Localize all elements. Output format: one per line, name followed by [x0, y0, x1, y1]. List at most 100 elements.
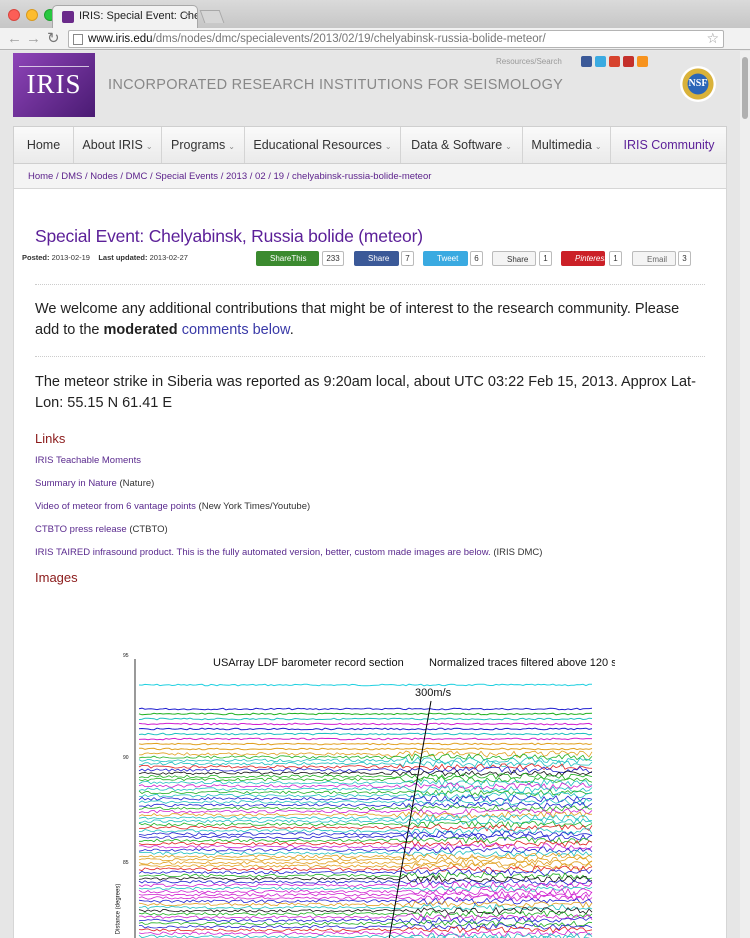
seismogram-trace [138, 756, 593, 765]
facebook-count: 7 [401, 251, 414, 266]
seismogram-traces [134, 659, 593, 938]
twitter-icon[interactable] [595, 56, 606, 67]
browser-window: IRIS: Special Event: Chelyab × ← → ↻ www… [0, 0, 750, 938]
seismogram-trace [138, 862, 593, 870]
chevron-down-icon: ⌄ [228, 142, 235, 151]
ytick-90: 90 [123, 755, 129, 761]
pinterest-count: 1 [609, 251, 622, 266]
record-section-figure[interactable]: USArray LDF barometer record section Nor… [115, 651, 615, 938]
nav-data-software[interactable]: Data & Software ⌄ [401, 127, 523, 163]
browser-tab[interactable]: IRIS: Special Event: Chelyab × [52, 5, 198, 28]
seismogram-trace [138, 817, 593, 826]
address-bar[interactable]: www.iris.edu/dms/nodes/dmc/specialevents… [68, 30, 724, 48]
list-item: CTBTO press release (CTBTO) [35, 524, 168, 535]
reload-icon[interactable]: ↻ [47, 30, 60, 47]
seismogram-trace [138, 737, 592, 741]
bookmark-star-icon[interactable]: ☆ [706, 30, 719, 47]
comments-link[interactable]: comments below [182, 322, 290, 338]
images-heading: Images [35, 570, 78, 585]
seismogram-trace [138, 920, 593, 928]
nav-about-iris[interactable]: About IRIS ⌄ [74, 127, 162, 163]
site-header: IRIS INCORPORATED RESEARCH INSTITUTIONS … [0, 51, 740, 126]
facebook-icon[interactable] [581, 56, 592, 67]
seismogram-trace [138, 712, 593, 716]
url-path: /dms/nodes/dmc/specialevents/2013/02/19/… [152, 33, 546, 45]
velocity-label: 300m/s [415, 687, 452, 699]
seismogram-trace [138, 683, 592, 687]
scrollbar[interactable] [740, 51, 750, 938]
nav-educational-resources[interactable]: Educational Resources ⌄ [245, 127, 401, 163]
seismogram-trace [138, 839, 593, 848]
seismogram-trace [138, 717, 593, 721]
nav-iris-community[interactable]: IRIS Community [611, 127, 727, 163]
scrollbar-thumb[interactable] [742, 57, 748, 119]
seismogram-trace [138, 794, 593, 803]
logo-text: IRIS [26, 69, 82, 99]
link-taired[interactable]: IRIS TAIRED infrasound product. This is … [35, 547, 491, 558]
seismogram-trace [138, 766, 593, 774]
nsf-logo[interactable]: NSF [680, 66, 716, 102]
seismogram-trace [138, 747, 593, 751]
seismogram-trace [138, 772, 593, 780]
seismogram-trace [138, 707, 593, 711]
tweet-button[interactable]: Tweet [423, 251, 468, 266]
ytick-85: 85 [123, 860, 129, 866]
nav-programs[interactable]: Programs ⌄ [162, 127, 245, 163]
email-button[interactable]: Email [632, 251, 676, 266]
close-tab-icon[interactable]: × [185, 9, 191, 21]
new-tab-button[interactable] [199, 10, 225, 23]
nav-multimedia[interactable]: Multimedia ⌄ [523, 127, 611, 163]
list-item: IRIS Teachable Moments [35, 455, 141, 466]
minimize-window-button[interactable] [26, 9, 38, 21]
link-ctbto[interactable]: CTBTO press release [35, 524, 127, 535]
y-axis-label: Distance (degrees) [115, 883, 122, 935]
browser-toolbar: ← → ↻ www.iris.edu/dms/nodes/dmc/special… [0, 28, 750, 71]
resources-search-link[interactable]: Resources/Search [496, 57, 562, 66]
forward-icon[interactable]: → [26, 30, 41, 47]
linkedin-count: 1 [539, 251, 552, 266]
intro-paragraph: We welcome any additional contributions … [35, 301, 680, 338]
seismogram-trace [138, 824, 593, 832]
seismogram-trace [138, 843, 593, 851]
url-domain: www.iris.edu [88, 33, 153, 45]
back-icon[interactable]: ← [7, 30, 22, 47]
favicon-icon [62, 11, 74, 23]
updated-label: Last updated: [98, 253, 148, 262]
google-plus-icon[interactable] [609, 56, 620, 67]
seismogram-trace [138, 759, 593, 768]
figure-title-left: USArray LDF barometer record section [213, 657, 404, 669]
chevron-down-icon: ⌄ [145, 142, 153, 151]
youtube-icon[interactable] [623, 56, 634, 67]
divider [35, 284, 705, 285]
nav-home[interactable]: Home [14, 127, 74, 163]
chevron-down-icon: ⌄ [505, 142, 512, 151]
ytick-95: 95 [123, 653, 129, 659]
post-meta: Posted: 2013-02-19 Last updated: 2013-02… [22, 253, 188, 262]
link-nature-summary[interactable]: Summary in Nature [35, 478, 117, 489]
tweet-count: 6 [470, 251, 483, 266]
link-teachable-moments[interactable]: IRIS Teachable Moments [35, 455, 141, 466]
seismogram-trace [138, 900, 593, 909]
linkedin-share-button[interactable]: Share [492, 251, 536, 266]
iris-logo[interactable]: IRIS [13, 53, 95, 117]
divider [35, 356, 705, 357]
seismogram-trace [139, 836, 593, 845]
link-meteor-video[interactable]: Video of meteor from 6 vantage points [35, 501, 196, 512]
breadcrumb[interactable]: Home / DMS / Nodes / DMC / Special Event… [13, 164, 727, 189]
seismogram-trace [138, 813, 593, 822]
tab-title: IRIS: Special Event: Chelyab [79, 10, 197, 22]
facebook-share-button[interactable]: Share [354, 251, 399, 266]
seismogram-trace [138, 804, 593, 813]
sharethis-button[interactable]: ShareThis [256, 251, 319, 266]
figure-title-right: Normalized traces filtered above 120 s [429, 657, 615, 669]
rss-icon[interactable] [637, 56, 648, 67]
links-heading: Links [35, 431, 66, 446]
pinterest-button[interactable]: Pinterest [561, 251, 607, 266]
seismogram-trace [139, 791, 593, 800]
moderated-text: moderated [103, 322, 178, 338]
posted-label: Posted: [22, 253, 50, 262]
close-window-button[interactable] [8, 9, 20, 21]
seismogram-trace [138, 722, 593, 726]
list-item: Summary in Nature (Nature) [35, 478, 155, 489]
chevron-down-icon: ⌄ [594, 142, 602, 151]
